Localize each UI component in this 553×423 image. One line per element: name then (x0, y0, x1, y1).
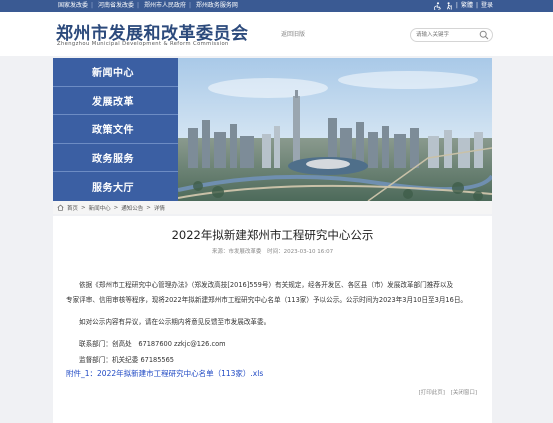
site-header: 郑州市发展和改革委员会 Zhengzhou Municipal Developm… (0, 12, 553, 56)
breadcrumb-notices[interactable]: 通知公告 (121, 204, 143, 212)
divider: | (136, 2, 140, 9)
article-paragraph-1-cont: 专家评审、信用审核等程序，现将2022年拟新建郑州市工程研究中心名单（113家）… (66, 296, 468, 304)
contact-info: 联系部门：创高处 67187600 zzkjc@126.com (79, 340, 226, 348)
home-icon (57, 204, 64, 211)
traditional-chinese-link[interactable]: 繁體 (461, 1, 473, 11)
divider: | (475, 2, 478, 9)
top-right-tools: | 繁體 | 登录 (433, 1, 493, 11)
attachment-link[interactable]: 附件_1：2022年拟新建市工程研究中心名单（113家）.xls (66, 368, 263, 379)
divider: | (188, 2, 191, 9)
article-time: 时间：2023-03-10 16:07 (267, 249, 334, 255)
breadcrumb-separator: > (113, 204, 119, 211)
breadcrumb: 首页 > 新闻中心 > 通知公告 > 详情 (53, 201, 492, 214)
search-icon[interactable] (479, 30, 489, 40)
elderly-mode-icon[interactable] (445, 2, 453, 10)
city-skyline-banner (178, 58, 492, 201)
old-site-link[interactable]: 返回旧版 (281, 29, 305, 38)
link-ndrc[interactable]: 国家发改委 (58, 2, 88, 9)
nav-item-development-reform[interactable]: 发展改革 (53, 87, 178, 116)
link-henan-drc[interactable]: 河南省发改委 (98, 2, 134, 9)
article-source: 来源：市发展改革委 (211, 249, 262, 255)
breadcrumb-separator: > (146, 204, 151, 211)
divider: | (91, 2, 94, 9)
article-footer-actions: [打印此页] [关闭窗口] (415, 388, 477, 396)
external-links: 国家发改委 | 河南省发改委 | 郑州市人民政府 | 郑州政务服务网 (58, 1, 241, 11)
link-gov-service[interactable]: 郑州政务服务网 (196, 2, 238, 9)
article-paragraph-2: 如对公示内容有异议，请在公示期内将意见反馈至市发展改革委。 (79, 318, 271, 326)
top-bar: 国家发改委 | 河南省发改委 | 郑州市人民政府 | 郑州政务服务网 | 繁體 | 登… (0, 0, 553, 12)
breadcrumb-home[interactable]: 首页 (67, 204, 78, 212)
breadcrumb-current: 详情 (153, 205, 165, 212)
nav-item-news-center[interactable]: 新闻中心 (53, 58, 178, 87)
article-title: 2022年拟新建郑州市工程研究中心公示 (171, 228, 374, 242)
divider: | (455, 2, 458, 9)
supervision-info: 监督部门：机关纪委 67185565 (79, 356, 175, 364)
print-button[interactable]: [打印此页] (419, 390, 445, 396)
nav-item-service-hall[interactable]: 服务大厅 (53, 172, 178, 201)
main-navigation: 新闻中心 发展改革 政策文件 政务服务 服务大厅 (53, 58, 178, 201)
article-panel: 2022年拟新建郑州市工程研究中心公示 来源：市发展改革委 时间：2023-03… (53, 216, 492, 423)
login-link[interactable]: 登录 (481, 1, 493, 11)
site-title-english: Zhengzhou Municipal Development & Reform… (57, 41, 229, 47)
link-zhengzhou-gov[interactable]: 郑州市人民政府 (144, 2, 186, 9)
breadcrumb-news-center[interactable]: 新闻中心 (89, 204, 111, 212)
article-meta: 来源：市发展改革委 时间：2023-03-10 16:07 (53, 247, 492, 255)
breadcrumb-separator: > (81, 204, 86, 211)
accessibility-icon[interactable] (433, 2, 442, 10)
close-window-button[interactable]: [关闭窗口] (451, 390, 477, 396)
article-paragraph-1: 依据《郑州市工程研究中心管理办法》（郑发改高技[2016]559号）有关规定，经… (79, 281, 454, 289)
nav-item-government-services[interactable]: 政务服务 (53, 144, 178, 173)
nav-item-policy-documents[interactable]: 政策文件 (53, 115, 178, 144)
search-input[interactable] (416, 30, 476, 40)
search-box (410, 28, 493, 42)
